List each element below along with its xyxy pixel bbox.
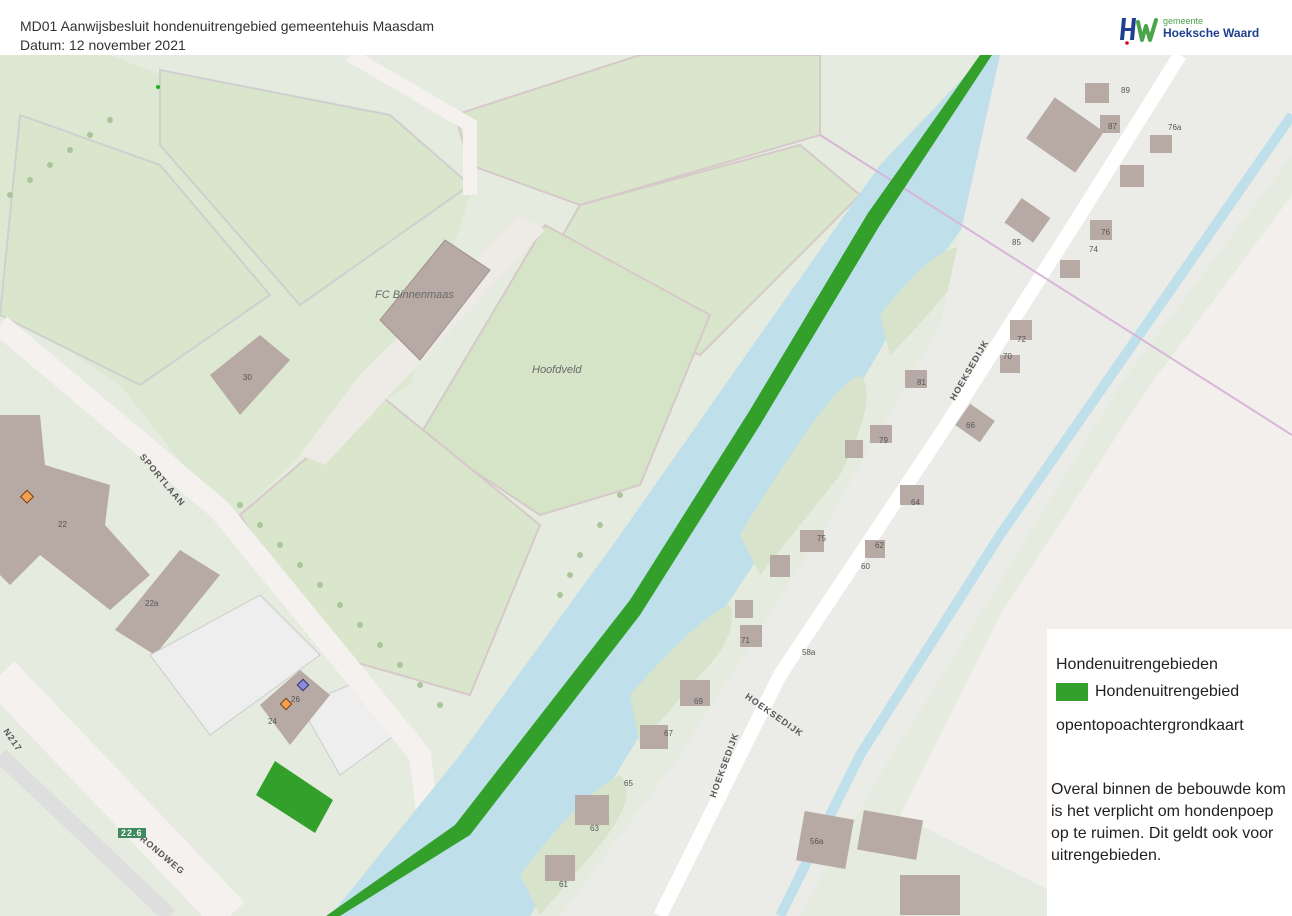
logo-small-text: gemeente <box>1163 16 1204 26</box>
house-number: 76 <box>1101 228 1110 237</box>
logo-name: Hoeksche Waard <box>1163 26 1260 40</box>
house-number: 22a <box>145 599 159 608</box>
house-number: 85 <box>1012 238 1021 247</box>
house-number: 69 <box>694 697 703 706</box>
house-number: 81 <box>917 378 926 387</box>
header: MD01 Aanwijsbesluit hondenuitrengebied g… <box>0 0 1292 55</box>
map-title: MD01 Aanwijsbesluit hondenuitrengebied g… <box>20 18 435 34</box>
house-number: 76a <box>1168 123 1182 132</box>
house-number: 75 <box>817 534 826 543</box>
house-number: 65 <box>624 779 633 788</box>
house-number: 61 <box>559 880 568 889</box>
map-label-club: FC Binnenmaas <box>375 289 454 301</box>
house-number: 87 <box>1108 122 1117 131</box>
house-number: 72 <box>1017 335 1026 344</box>
house-number: 22 <box>58 520 67 529</box>
map-legend: Hondenuitrengebieden Hondenuitrengebied … <box>1047 629 1292 916</box>
house-number: 74 <box>1089 245 1098 254</box>
house-number: 71 <box>741 636 750 645</box>
legend-basemap-label: opentopoachtergrondkaart <box>1056 717 1244 734</box>
house-number: 30 <box>243 373 252 382</box>
house-number: 26 <box>291 695 300 704</box>
map-date: Datum: 12 november 2021 <box>20 37 186 53</box>
km-marker: 22.6 <box>118 828 146 838</box>
house-number: 79 <box>879 436 888 445</box>
house-number: 70 <box>1003 352 1012 361</box>
legend-note: Overal binnen de bebouwde kom is het ver… <box>1051 781 1286 864</box>
house-number: 89 <box>1121 86 1130 95</box>
logo-mark-icon <box>1120 18 1158 45</box>
house-number: 62 <box>875 541 884 550</box>
house-number: 24 <box>268 717 277 726</box>
municipality-logo: gemeente Hoeksche Waard <box>1118 14 1278 46</box>
legend-title: Hondenuitrengebieden <box>1056 656 1218 673</box>
house-number: 63 <box>590 824 599 833</box>
house-number: 64 <box>911 498 920 507</box>
legend-item-label: Hondenuitrengebied <box>1095 683 1240 700</box>
house-number: 60 <box>861 562 870 571</box>
house-number: 67 <box>664 729 673 738</box>
house-number: 66 <box>966 421 975 430</box>
house-number: 58a <box>802 648 816 657</box>
map-label-field: Hoofdveld <box>532 364 582 376</box>
legend-swatch-dog-area <box>1056 683 1088 701</box>
house-number: 56a <box>810 837 824 846</box>
